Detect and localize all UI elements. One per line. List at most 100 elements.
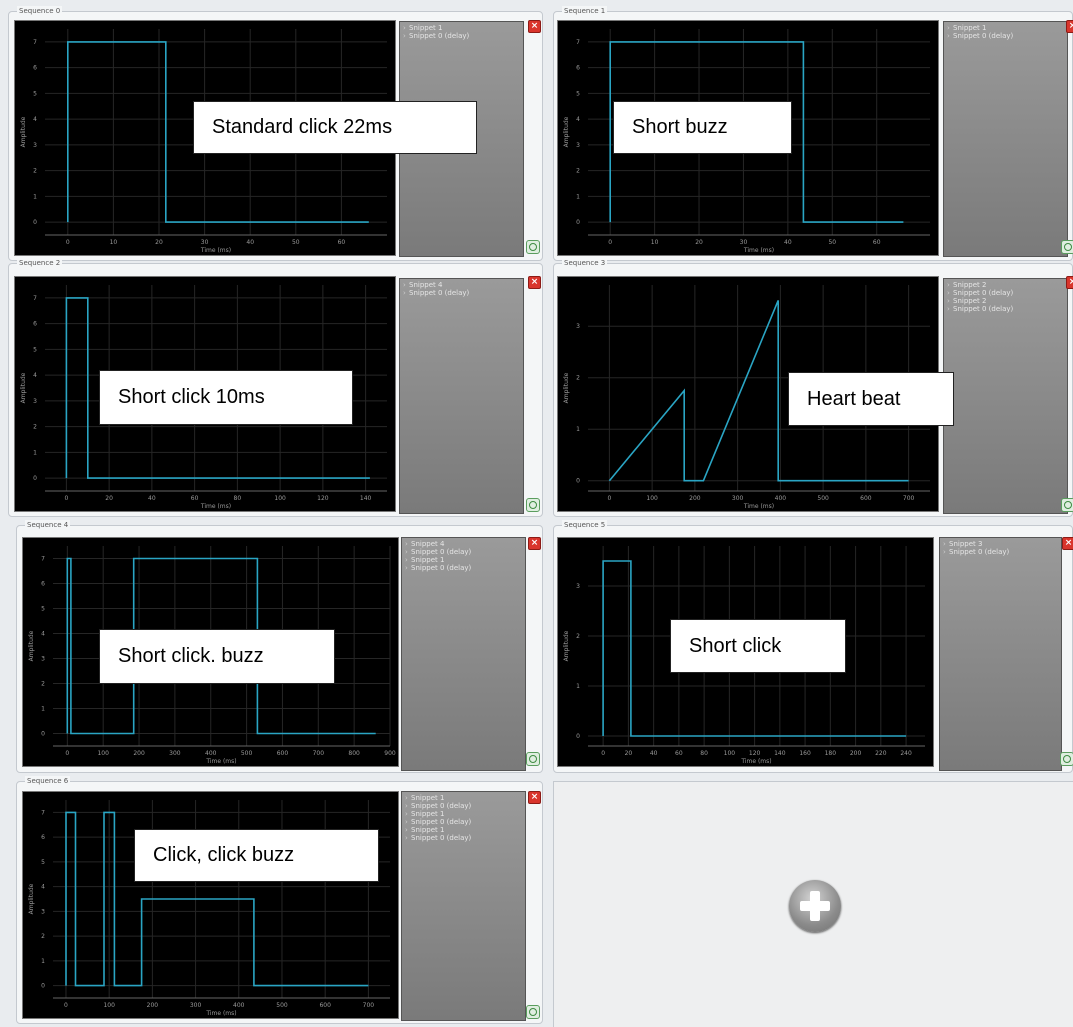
waveform-chart: 0 100 200 300 400 500 600 700 0 1 2 3 4 5 6 7 Time (ms) A… bbox=[28, 800, 390, 1017]
close-icon[interactable]: × bbox=[1066, 276, 1073, 289]
confirm-icon[interactable] bbox=[1061, 498, 1073, 512]
x-tick-label: 100 bbox=[97, 750, 109, 757]
add-sequence-icon[interactable] bbox=[789, 880, 841, 932]
snippet-item[interactable]: Snippet 2 bbox=[944, 297, 1067, 305]
close-icon[interactable]: × bbox=[1066, 20, 1073, 33]
snippet-item[interactable]: Snippet 0 (delay) bbox=[402, 802, 525, 810]
y-axis-label: Amplitude bbox=[28, 883, 35, 914]
snippet-item[interactable]: Snippet 0 (delay) bbox=[400, 32, 523, 40]
y-tick-label: 7 bbox=[41, 809, 45, 816]
snippet-item[interactable]: Snippet 1 bbox=[402, 794, 525, 802]
x-tick-label: 300 bbox=[190, 1002, 202, 1009]
snippet-list-6[interactable]: Snippet 1Snippet 0 (delay)Snippet 1Snipp… bbox=[401, 791, 526, 1021]
snippet-item[interactable]: Snippet 0 (delay) bbox=[402, 564, 525, 572]
x-tick-label: 0 bbox=[65, 750, 69, 757]
snippet-item[interactable]: Snippet 1 bbox=[402, 810, 525, 818]
snippet-item[interactable]: Snippet 1 bbox=[402, 826, 525, 834]
snippet-item[interactable]: Snippet 4 bbox=[400, 281, 523, 289]
snippet-list-5[interactable]: Snippet 3Snippet 0 (delay) bbox=[939, 537, 1062, 771]
y-tick-label: 6 bbox=[33, 65, 37, 72]
x-tick-label: 600 bbox=[319, 1002, 331, 1009]
y-tick-label: 1 bbox=[33, 449, 37, 456]
y-tick-label: 0 bbox=[576, 219, 580, 226]
snippet-item[interactable]: Snippet 4 bbox=[402, 540, 525, 548]
x-tick-label: 900 bbox=[384, 750, 396, 757]
y-tick-label: 4 bbox=[576, 116, 580, 123]
x-tick-label: 60 bbox=[191, 495, 199, 502]
confirm-icon[interactable] bbox=[1060, 752, 1073, 766]
snippet-item[interactable]: Snippet 0 (delay) bbox=[402, 818, 525, 826]
y-tick-label: 3 bbox=[41, 656, 45, 663]
x-tick-label: 500 bbox=[241, 750, 253, 757]
snippet-item[interactable]: Snippet 0 (delay) bbox=[940, 548, 1061, 556]
snippet-list-4[interactable]: Snippet 4Snippet 0 (delay)Snippet 1Snipp… bbox=[401, 537, 526, 771]
x-tick-label: 10 bbox=[651, 239, 659, 246]
close-icon[interactable]: × bbox=[528, 791, 541, 804]
x-axis-label: Time (ms) bbox=[205, 1010, 236, 1017]
snippet-list-3[interactable]: Snippet 2Snippet 0 (delay)Snippet 2Snipp… bbox=[943, 278, 1068, 514]
snippet-item[interactable]: Snippet 0 (delay) bbox=[402, 548, 525, 556]
x-tick-label: 0 bbox=[64, 495, 68, 502]
x-tick-label: 500 bbox=[817, 495, 829, 502]
overlay-label: Short click bbox=[670, 619, 846, 673]
y-tick-label: 1 bbox=[41, 706, 45, 713]
x-tick-label: 600 bbox=[277, 750, 289, 757]
y-tick-label: 1 bbox=[576, 683, 580, 690]
snippet-item[interactable]: Snippet 0 (delay) bbox=[400, 289, 523, 297]
y-tick-label: 5 bbox=[33, 346, 37, 353]
y-tick-label: 2 bbox=[576, 633, 580, 640]
x-axis-label: Time (ms) bbox=[200, 503, 231, 510]
confirm-icon[interactable] bbox=[526, 240, 540, 254]
close-icon[interactable]: × bbox=[528, 20, 541, 33]
y-tick-label: 1 bbox=[576, 426, 580, 433]
x-tick-label: 400 bbox=[775, 495, 787, 502]
close-icon[interactable]: × bbox=[528, 537, 541, 550]
y-tick-label: 5 bbox=[33, 90, 37, 97]
sequence-title: Sequence 1 bbox=[562, 6, 608, 16]
y-axis-label: Amplitude bbox=[20, 372, 27, 403]
close-icon[interactable]: × bbox=[1062, 537, 1073, 550]
snippet-item[interactable]: Snippet 1 bbox=[402, 556, 525, 564]
y-tick-label: 0 bbox=[576, 478, 580, 485]
y-tick-label: 5 bbox=[576, 90, 580, 97]
confirm-icon[interactable] bbox=[526, 752, 540, 766]
close-icon[interactable]: × bbox=[528, 276, 541, 289]
snippet-item[interactable]: Snippet 0 (delay) bbox=[944, 305, 1067, 313]
x-tick-label: 50 bbox=[828, 239, 836, 246]
x-axis-label: Time (ms) bbox=[743, 247, 774, 254]
y-tick-label: 6 bbox=[33, 321, 37, 328]
y-axis-label: Amplitude bbox=[563, 630, 570, 661]
y-tick-label: 2 bbox=[33, 168, 37, 175]
x-tick-label: 160 bbox=[799, 750, 811, 757]
x-tick-label: 600 bbox=[860, 495, 872, 502]
x-tick-label: 0 bbox=[607, 495, 611, 502]
snippet-list-2[interactable]: Snippet 4Snippet 0 (delay) bbox=[399, 278, 524, 514]
x-tick-label: 300 bbox=[169, 750, 181, 757]
x-tick-label: 240 bbox=[900, 750, 912, 757]
y-tick-label: 7 bbox=[33, 295, 37, 302]
x-tick-label: 220 bbox=[875, 750, 887, 757]
confirm-icon[interactable] bbox=[526, 498, 540, 512]
snippet-item[interactable]: Snippet 1 bbox=[944, 24, 1067, 32]
snippet-item[interactable]: Snippet 1 bbox=[400, 24, 523, 32]
x-tick-label: 200 bbox=[147, 1002, 159, 1009]
x-tick-label: 200 bbox=[133, 750, 145, 757]
snippet-item[interactable]: Snippet 2 bbox=[944, 281, 1067, 289]
snippet-item[interactable]: Snippet 0 (delay) bbox=[944, 32, 1067, 40]
confirm-icon[interactable] bbox=[526, 1005, 540, 1019]
x-tick-label: 120 bbox=[317, 495, 329, 502]
y-tick-label: 2 bbox=[576, 375, 580, 382]
x-tick-label: 20 bbox=[625, 750, 633, 757]
x-tick-label: 40 bbox=[784, 239, 792, 246]
x-tick-label: 120 bbox=[749, 750, 761, 757]
x-tick-label: 0 bbox=[66, 239, 70, 246]
confirm-icon[interactable] bbox=[1061, 240, 1073, 254]
snippet-item[interactable]: Snippet 3 bbox=[940, 540, 1061, 548]
y-tick-label: 7 bbox=[41, 556, 45, 563]
snippet-item[interactable]: Snippet 0 (delay) bbox=[944, 289, 1067, 297]
snippet-list-1[interactable]: Snippet 1Snippet 0 (delay) bbox=[943, 21, 1068, 257]
x-tick-label: 10 bbox=[110, 239, 118, 246]
snippet-item[interactable]: Snippet 0 (delay) bbox=[402, 834, 525, 842]
overlay-label: Short click. buzz bbox=[99, 629, 335, 684]
x-tick-label: 20 bbox=[105, 495, 113, 502]
